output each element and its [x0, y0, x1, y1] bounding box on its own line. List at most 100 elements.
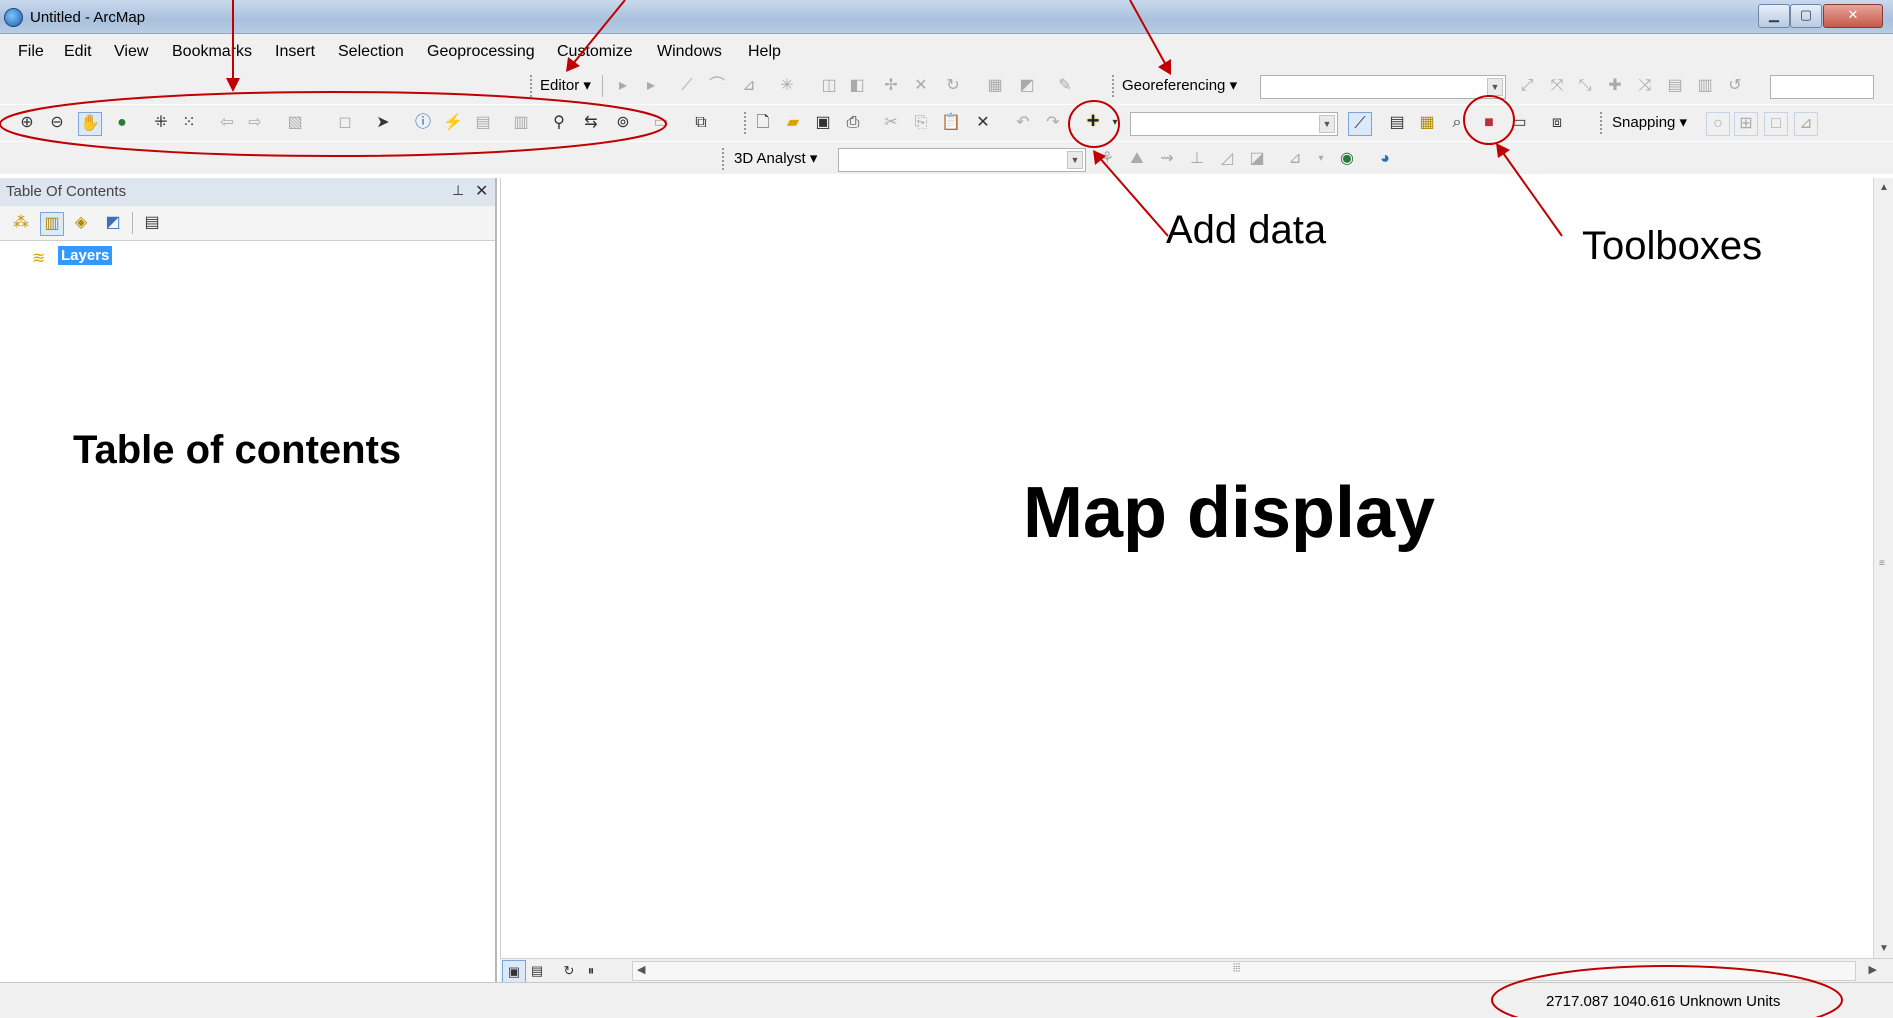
link-table-icon[interactable]: ▤ [1664, 75, 1686, 97]
table-of-contents-icon[interactable]: ▤ [1386, 112, 1408, 134]
add-data-dropdown-icon[interactable]: ▾ [1104, 112, 1126, 134]
scroll-left-icon[interactable]: ◀ [637, 963, 645, 976]
menu-view[interactable]: View [114, 43, 148, 61]
maximize-button[interactable]: ▢ [1790, 4, 1822, 28]
edit-annotation-icon[interactable]: ▸ [640, 75, 662, 97]
fixed-zoom-in-icon[interactable]: ⁜ [150, 112, 172, 134]
toolbar-grip[interactable] [1112, 75, 1117, 97]
editor-menu[interactable]: Editor ▾ [540, 75, 591, 97]
combo-arrow-icon[interactable]: ▼ [1487, 78, 1503, 96]
search-window-icon[interactable]: ⌕ [1446, 112, 1468, 134]
copy-icon[interactable]: ⎘ [910, 112, 932, 134]
model-builder-icon[interactable]: ⧈ [1546, 112, 1568, 134]
list-by-source-icon[interactable]: ▥ [40, 212, 64, 236]
rotate-georef-icon[interactable]: ⤢ [1516, 75, 1538, 97]
attributes-icon[interactable]: ▦ [984, 75, 1006, 97]
catalog-window-icon[interactable]: ▦ [1416, 112, 1438, 134]
menu-customize[interactable]: Customize [557, 43, 633, 61]
scroll-thumb-icon[interactable]: ≡ [1879, 558, 1885, 569]
cut-icon[interactable]: ✂ [880, 112, 902, 134]
pause-drawing-icon[interactable]: ⏸ [580, 960, 602, 982]
select-features-icon[interactable]: ▧ [284, 112, 306, 134]
redo-icon[interactable]: ↷ [1042, 112, 1064, 134]
line-of-sight-icon[interactable]: ⇝ [1156, 148, 1178, 170]
scroll-down-icon[interactable]: ▼ [1879, 943, 1889, 954]
new-document-icon[interactable]: 🗋 [752, 112, 774, 134]
map-display[interactable]: Map display [500, 178, 1874, 958]
cut-polygons-icon[interactable]: ✢ [880, 75, 902, 97]
profile-graph-icon[interactable]: ⊿ [1284, 148, 1306, 170]
toc-pin-icon[interactable]: ⊥ [452, 182, 464, 199]
find-route-icon[interactable]: ⇆ [580, 112, 602, 134]
python-window-icon[interactable]: ▭ [1508, 112, 1530, 134]
combo-arrow-icon[interactable]: ▼ [1067, 151, 1083, 169]
layout-view-icon[interactable]: ▤ [526, 960, 548, 982]
find-binoculars-icon[interactable]: ⚲ [548, 112, 570, 134]
georeferencing-menu[interactable]: Georeferencing ▾ [1122, 75, 1237, 97]
layers-label[interactable]: Layers [58, 246, 113, 265]
time-slider-icon[interactable]: ▭ [650, 112, 672, 134]
pan-hand-icon[interactable]: ✋ [78, 112, 102, 136]
paste-icon[interactable]: 📋 [940, 112, 962, 134]
full-extent-globe-icon[interactable]: ● [111, 112, 133, 134]
3d-analyst-layer-combo[interactable]: ▼ [838, 148, 1086, 172]
menu-windows[interactable]: Windows [657, 43, 722, 61]
map-vertical-scrollbar[interactable]: ▲ ≡ ▼ [1873, 178, 1893, 958]
refresh-icon[interactable]: ↻ [558, 960, 580, 982]
edit-vertices-icon[interactable]: ◫ [818, 75, 840, 97]
contour-icon[interactable]: ⚘ [1096, 148, 1118, 170]
go-to-xy-icon[interactable]: ⊚ [612, 112, 634, 134]
clear-selection-icon[interactable]: ◻ [334, 112, 356, 134]
scroll-right-icon[interactable]: ▶ [1869, 963, 1877, 976]
data-view-icon[interactable]: ▣ [502, 960, 526, 984]
scroll-up-icon[interactable]: ▲ [1879, 182, 1889, 193]
minimize-button[interactable]: ▁ [1758, 4, 1790, 28]
html-popup-icon[interactable]: ▤ [472, 112, 494, 134]
combo-arrow-icon[interactable]: ▼ [1319, 115, 1335, 133]
straight-segment-icon[interactable]: ⟋ [676, 75, 698, 97]
interpolate-polygon-icon[interactable]: ◪ [1246, 148, 1268, 170]
point-icon[interactable]: ✳ [776, 75, 798, 97]
identify-icon[interactable]: ⓘ [412, 112, 434, 134]
menu-help[interactable]: Help [748, 43, 781, 61]
create-features-icon[interactable]: ✎ [1054, 75, 1076, 97]
map-scale-combo[interactable]: ▼ [1130, 112, 1338, 136]
zoom-out-icon[interactable]: ⊖ [46, 112, 68, 134]
rotate-dropdown-icon[interactable]: ↺ [1724, 75, 1746, 97]
list-by-visibility-icon[interactable]: ◈ [70, 212, 92, 234]
vertex-snapping-icon[interactable]: □ [1764, 112, 1788, 136]
menu-selection[interactable]: Selection [338, 43, 404, 61]
split-icon[interactable]: ✕ [910, 75, 932, 97]
georef-value-input[interactable] [1770, 75, 1874, 99]
menu-insert[interactable]: Insert [275, 43, 315, 61]
3d-analyst-menu[interactable]: 3D Analyst ▾ [734, 148, 817, 170]
arcglobe-icon[interactable]: ◕ [1374, 148, 1396, 170]
edge-snapping-icon[interactable]: ⊿ [1794, 112, 1818, 136]
undo-icon[interactable]: ↶ [1012, 112, 1034, 134]
sketch-properties-icon[interactable]: ◩ [1016, 75, 1038, 97]
list-by-selection-icon[interactable]: ◩ [102, 212, 124, 234]
trace-icon[interactable]: ⊿ [738, 75, 760, 97]
edit-tool-icon[interactable]: ▸ [612, 75, 634, 97]
list-by-drawing-order-icon[interactable]: ⁂ [10, 212, 32, 234]
map-horizontal-scrollbar[interactable]: ◀ ⦙⦙⦙ ▶ [632, 961, 1877, 981]
toolbar-grip[interactable] [744, 112, 749, 134]
view-link-icon[interactable]: ▥ [1694, 75, 1716, 97]
hyperlink-icon[interactable]: ⚡ [442, 112, 464, 134]
close-button[interactable]: ✕ [1823, 4, 1883, 28]
go-forward-icon[interactable]: ⇨ [244, 112, 266, 134]
point-snapping-icon[interactable]: ○ [1706, 112, 1730, 136]
menu-file[interactable]: File [18, 43, 44, 61]
select-elements-arrow-icon[interactable]: ➤ [372, 112, 394, 134]
snapping-menu[interactable]: Snapping ▾ [1612, 112, 1687, 134]
arcscene-globe-icon[interactable]: ◉ [1336, 148, 1358, 170]
zoom-in-icon[interactable]: ⊕ [16, 112, 38, 134]
profile-dropdown-icon[interactable]: ▾ [1310, 148, 1332, 170]
go-back-icon[interactable]: ⇦ [216, 112, 238, 134]
reshape-icon[interactable]: ◧ [846, 75, 868, 97]
editor-toolbar-icon[interactable]: ⟋ [1348, 112, 1372, 136]
toc-options-icon[interactable]: ▤ [141, 212, 163, 234]
menu-geoprocessing[interactable]: Geoprocessing [427, 43, 535, 61]
arctoolbox-icon[interactable]: ■ [1478, 112, 1500, 134]
delete-icon[interactable]: ✕ [972, 112, 994, 134]
